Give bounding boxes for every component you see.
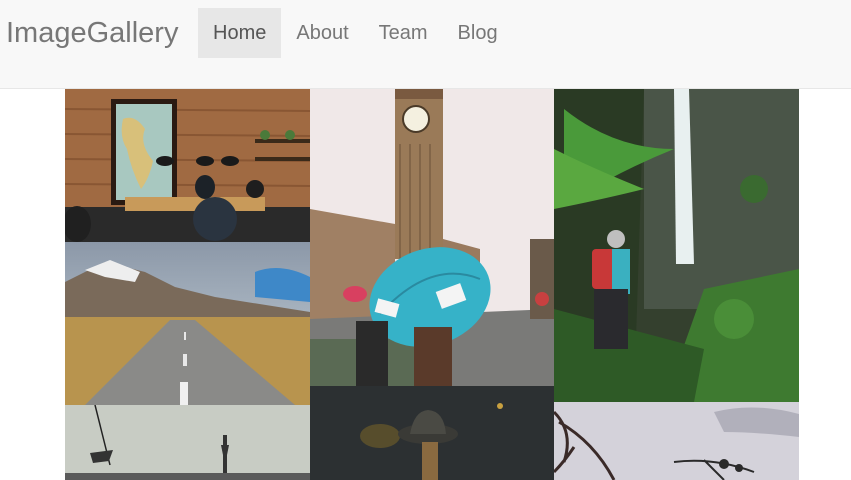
nav-item-team[interactable]: Team xyxy=(364,8,443,58)
waterfall-image xyxy=(554,89,799,402)
photo-tower[interactable] xyxy=(65,405,310,480)
image-gallery xyxy=(65,89,799,480)
nav-item-home[interactable]: Home xyxy=(198,8,282,58)
nav-menu: Home About Team Blog xyxy=(198,8,513,58)
big-ben-image xyxy=(310,89,554,386)
photo-big-ben[interactable] xyxy=(310,89,554,386)
photo-hat[interactable] xyxy=(310,386,554,480)
photo-branches[interactable] xyxy=(554,402,799,480)
brand-link[interactable]: ImageGallery xyxy=(6,14,178,52)
navbar: ImageGallery Home About Team Blog xyxy=(0,0,851,89)
cafe-image xyxy=(65,89,310,242)
nav-item-about[interactable]: About xyxy=(281,8,363,58)
photo-road[interactable] xyxy=(65,242,310,405)
photo-waterfall[interactable] xyxy=(554,89,799,402)
photo-cafe[interactable] xyxy=(65,89,310,242)
branches-image xyxy=(554,402,799,480)
road-image xyxy=(65,242,310,405)
hat-image xyxy=(310,386,554,480)
tower-image xyxy=(65,405,310,480)
nav-item-blog[interactable]: Blog xyxy=(443,8,513,58)
